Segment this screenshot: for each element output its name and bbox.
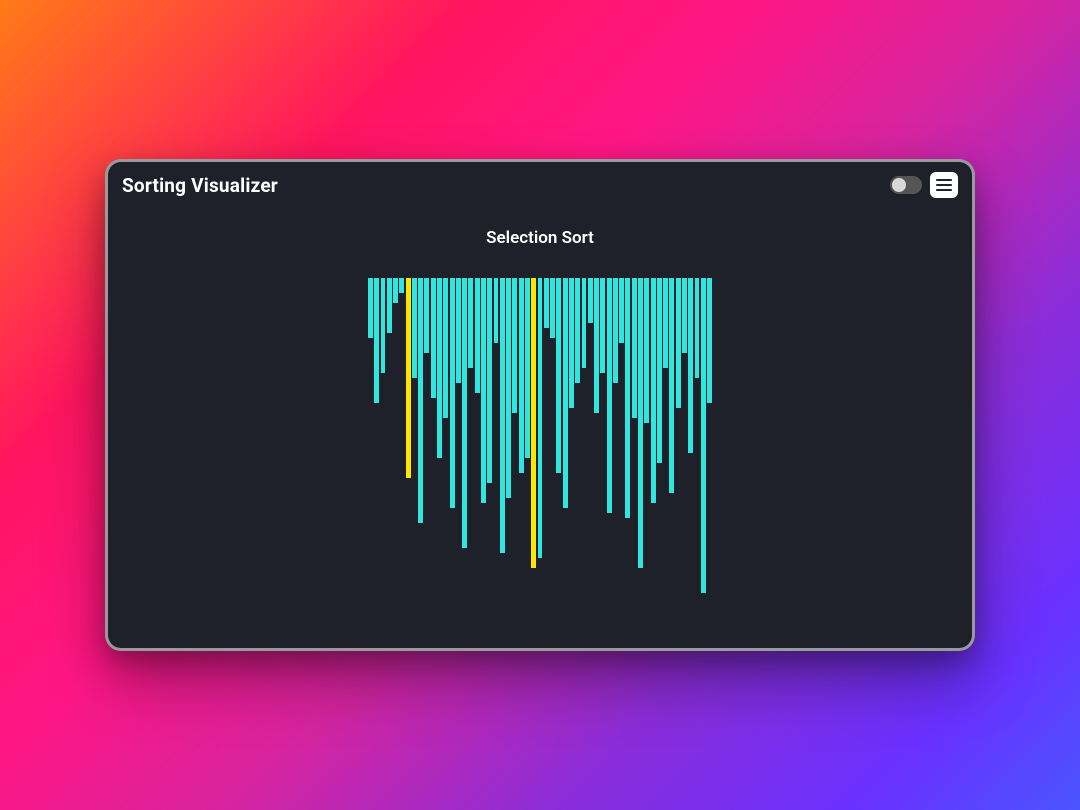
bar <box>500 278 505 553</box>
bar <box>399 278 404 293</box>
bar <box>424 278 429 353</box>
algorithm-name: Selection Sort <box>108 228 972 248</box>
bar <box>468 278 473 368</box>
bar <box>613 278 618 383</box>
bar <box>563 278 568 508</box>
bar <box>456 278 461 383</box>
bar <box>544 278 549 328</box>
bar <box>538 278 543 558</box>
bar <box>682 278 687 353</box>
bar <box>481 278 486 503</box>
bar <box>701 278 706 593</box>
bar <box>387 278 392 333</box>
bar <box>594 278 599 413</box>
bar <box>625 278 630 518</box>
bar <box>695 278 700 378</box>
bar <box>676 278 681 408</box>
bar <box>437 278 442 458</box>
menu-button[interactable] <box>930 172 958 198</box>
bar <box>519 278 524 473</box>
bar <box>707 278 712 403</box>
bar <box>619 278 624 343</box>
bar <box>506 278 511 498</box>
bar <box>525 278 530 458</box>
bar <box>556 278 561 473</box>
header-controls <box>890 172 958 198</box>
hamburger-icon <box>936 179 952 191</box>
toggle-knob-icon <box>892 178 906 192</box>
bar <box>582 278 587 368</box>
bar <box>381 278 386 373</box>
bar <box>475 278 480 393</box>
bar <box>393 278 398 303</box>
bar <box>600 278 605 373</box>
bar <box>406 278 411 478</box>
bar <box>569 278 574 408</box>
bar <box>644 278 649 423</box>
bar <box>487 278 492 483</box>
bar <box>550 278 555 338</box>
bar <box>663 278 668 368</box>
bar <box>575 278 580 383</box>
bar <box>368 278 373 338</box>
bar <box>462 278 467 548</box>
bar <box>588 278 593 323</box>
app-title: Sorting Visualizer <box>122 174 278 197</box>
bar <box>374 278 379 403</box>
bar <box>632 278 637 418</box>
bar <box>657 278 662 463</box>
bar <box>607 278 612 513</box>
bar <box>443 278 448 418</box>
bar <box>431 278 436 398</box>
bar <box>638 278 643 568</box>
bar <box>512 278 517 413</box>
bar <box>412 278 417 378</box>
bar <box>450 278 455 508</box>
bar <box>418 278 423 523</box>
chart-container <box>108 278 972 598</box>
header: Sorting Visualizer <box>108 162 972 202</box>
app-window: Sorting Visualizer Selection Sort <box>105 159 975 651</box>
theme-toggle[interactable] <box>890 176 922 194</box>
bar <box>688 278 693 453</box>
bar <box>531 278 536 568</box>
bar-chart <box>368 278 712 598</box>
bar <box>494 278 499 343</box>
bar <box>651 278 656 503</box>
bar <box>669 278 674 493</box>
